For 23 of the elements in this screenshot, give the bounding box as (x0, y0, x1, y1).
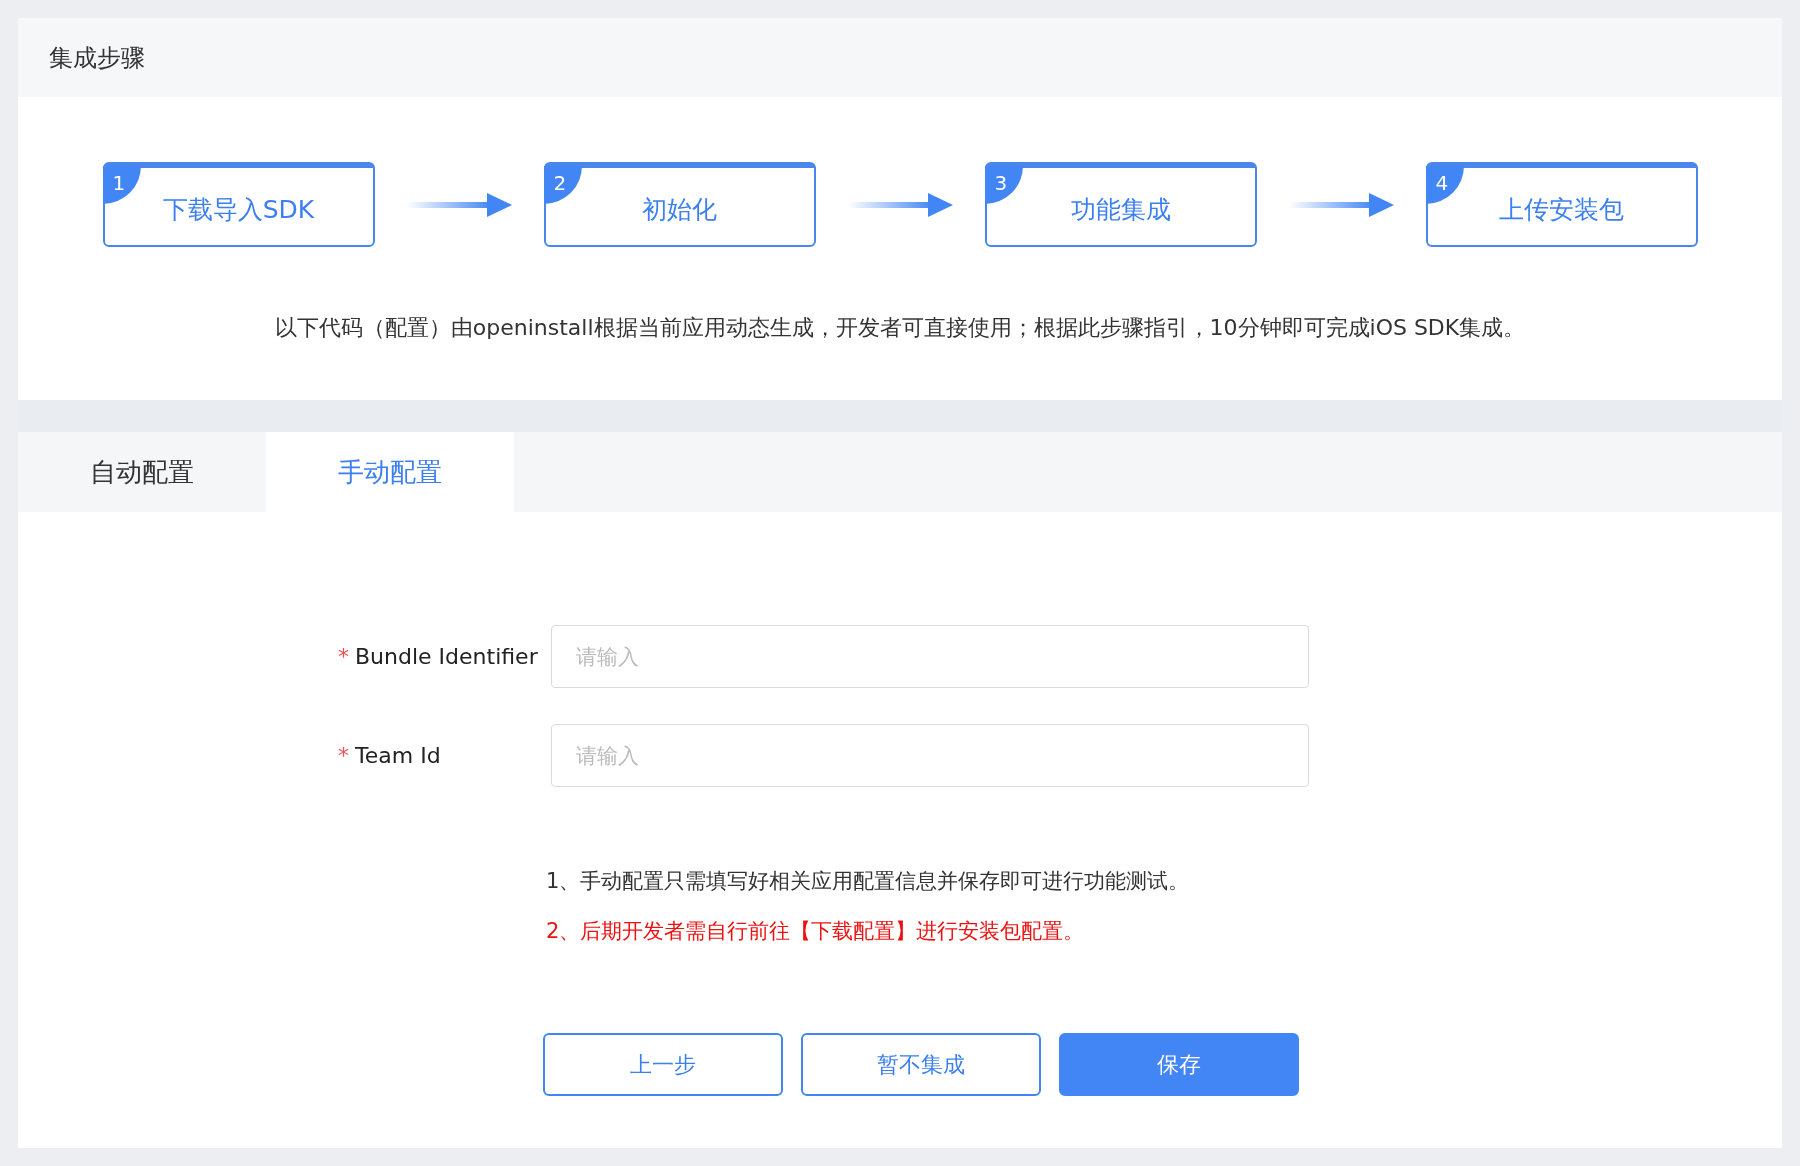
step-number: 2 (543, 166, 582, 204)
step-label: 功能集成 (1070, 194, 1171, 226)
note-text: 1、手动配置只需填写好相关应用配置信息并保存即可进行功能测试。 (546, 868, 1191, 895)
note-text: 2、后期开发者需自行前往【下载配置】进行安装包配置。 (546, 918, 1086, 945)
tab[interactable]: 手动配置 (266, 432, 514, 512)
required-mark: * (338, 644, 349, 669)
step-label: 初始化 (642, 194, 717, 226)
step-label: 上传安装包 (1499, 194, 1624, 226)
step-number: 1 (102, 166, 141, 204)
description-text: 以下代码（配置）由openinstall根据当前应用动态生成，开发者可直接使用；根据此步骤指引，10分钟即可完成iOS SDK集成。 (274, 314, 1526, 342)
input-field[interactable]: 请输入 (551, 724, 1309, 787)
field-label: Bundle Identifier (355, 644, 538, 669)
action-button[interactable]: 上一步 (543, 1033, 783, 1096)
field-label: Team Id (355, 743, 441, 768)
input-field[interactable]: 请输入 (551, 625, 1309, 688)
action-button[interactable]: 暂不集成 (801, 1033, 1041, 1096)
section-title: 集成步骤 (49, 42, 145, 74)
save-button[interactable]: 保存 (1059, 1033, 1299, 1096)
step-number: 3 (984, 166, 1023, 204)
step-label: 下载导入SDK (162, 194, 315, 226)
required-mark: * (338, 743, 349, 768)
tab[interactable]: 自动配置 (18, 432, 266, 512)
step-number: 4 (1425, 166, 1464, 204)
